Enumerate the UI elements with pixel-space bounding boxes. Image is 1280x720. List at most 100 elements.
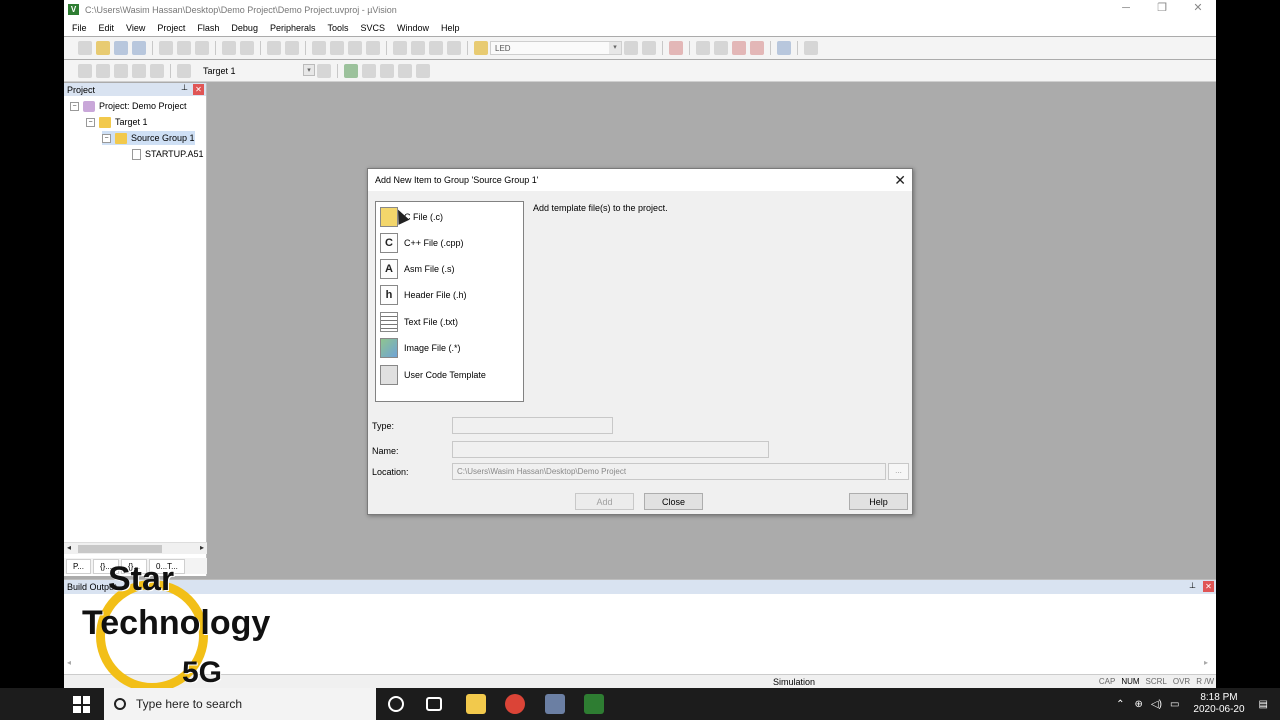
prev-bookmark-icon[interactable] [330, 41, 344, 55]
scroll-thumb[interactable] [78, 545, 162, 553]
cortana-icon[interactable] [388, 696, 404, 712]
list-item-text-file[interactable]: Text File (.txt) [380, 311, 458, 333]
taskbar-search[interactable]: Type here to search [104, 688, 376, 720]
close-button[interactable]: Close [644, 493, 703, 510]
disable-breakpoint-icon[interactable] [714, 41, 728, 55]
breakpoint-icon[interactable] [696, 41, 710, 55]
chevron-down-icon[interactable]: ▾ [609, 42, 621, 54]
unindent-icon[interactable] [411, 41, 425, 55]
scroll-left-icon[interactable]: ◂ [67, 658, 71, 667]
list-item-user-code-template[interactable]: User Code Template [380, 364, 486, 386]
name-field[interactable] [452, 441, 769, 458]
kill-all-breakpoints-icon[interactable] [750, 41, 764, 55]
keyboard-icon[interactable]: ▭ [1170, 699, 1179, 710]
list-item-image-file[interactable]: Image File (.*) [380, 337, 461, 359]
uncomment-icon[interactable] [447, 41, 461, 55]
stop-build-icon[interactable] [150, 63, 164, 78]
file-explorer-icon[interactable] [466, 694, 486, 714]
menu-edit[interactable]: Edit [99, 23, 115, 33]
new-file-icon[interactable] [78, 41, 92, 55]
select-packs-icon[interactable] [416, 63, 430, 78]
help-button[interactable]: Help [849, 493, 908, 510]
tree-item-file[interactable]: STARTUP.A51 [132, 147, 204, 161]
menu-flash[interactable]: Flash [197, 23, 219, 33]
notifications-icon[interactable]: ▤ [1259, 699, 1268, 710]
uvision-taskbar-icon[interactable] [584, 694, 604, 714]
build-icon[interactable] [96, 63, 110, 78]
nav-forward-icon[interactable] [285, 41, 299, 55]
menu-peripherals[interactable]: Peripherals [270, 23, 316, 33]
menu-tools[interactable]: Tools [327, 23, 348, 33]
dialog-close-icon[interactable]: ✕ [894, 172, 906, 189]
collapse-icon[interactable]: − [70, 101, 79, 111]
menu-svcs[interactable]: SVCS [361, 23, 386, 33]
comment-icon[interactable] [429, 41, 443, 55]
save-icon[interactable] [114, 41, 128, 55]
clear-bookmarks-icon[interactable] [366, 41, 380, 55]
bookmark-icon[interactable] [312, 41, 326, 55]
window-layout-icon[interactable] [777, 41, 791, 55]
app-icon[interactable] [545, 694, 565, 714]
windows-start-icon[interactable] [73, 696, 90, 713]
chevron-down-icon[interactable]: ▾ [303, 63, 315, 76]
manage-project-items-icon[interactable] [344, 63, 358, 78]
pin-icon[interactable]: ⊥ [181, 83, 188, 92]
location-field[interactable]: C:\Users\Wasim Hassan\Desktop\Demo Proje… [452, 463, 886, 480]
close-window-button[interactable]: ✕ [1180, 0, 1216, 19]
cut-icon[interactable] [159, 41, 173, 55]
list-item-asm-file[interactable]: A Asm File (.s) [380, 258, 455, 280]
tree-item-target[interactable]: − Target 1 [86, 115, 148, 129]
save-all-icon[interactable] [132, 41, 146, 55]
menu-file[interactable]: File [72, 23, 87, 33]
collapse-icon[interactable]: − [102, 133, 111, 143]
task-view-icon[interactable] [426, 697, 442, 711]
manage-multi-project-icon[interactable] [362, 63, 376, 78]
chevron-up-icon[interactable]: ⌃ [1116, 699, 1124, 710]
menu-debug[interactable]: Debug [231, 23, 258, 33]
restore-button[interactable]: ❐ [1144, 0, 1180, 19]
list-item-header-file[interactable]: h Header File (.h) [380, 284, 467, 306]
paste-icon[interactable] [195, 41, 209, 55]
clock[interactable]: 8:18 PM 2020-06-20 [1193, 692, 1244, 716]
undo-icon[interactable] [222, 41, 236, 55]
batch-build-icon[interactable] [132, 63, 146, 78]
type-field[interactable] [452, 417, 613, 434]
close-icon[interactable]: ✕ [193, 84, 204, 95]
nav-back-icon[interactable] [267, 41, 281, 55]
menu-view[interactable]: View [126, 23, 145, 33]
indent-icon[interactable] [393, 41, 407, 55]
redo-icon[interactable] [240, 41, 254, 55]
find-icon[interactable] [624, 41, 638, 55]
scroll-right-icon[interactable]: ▸ [1204, 658, 1208, 667]
rebuild-icon[interactable] [114, 63, 128, 78]
target-options-icon[interactable] [317, 63, 331, 78]
pack-installer-icon[interactable] [398, 63, 412, 78]
menu-window[interactable]: Window [397, 23, 429, 33]
volume-icon[interactable]: ◁) [1151, 699, 1162, 710]
horizontal-scrollbar[interactable]: ◂ ▸ [64, 542, 207, 554]
chrome-icon[interactable] [505, 694, 525, 714]
close-icon[interactable]: ✕ [1203, 581, 1214, 592]
minimize-button[interactable]: ─ [1108, 0, 1144, 19]
debug-session-icon[interactable] [669, 41, 683, 55]
pin-icon[interactable]: ⊥ [1189, 581, 1196, 590]
find-in-files-icon[interactable] [474, 41, 488, 55]
next-bookmark-icon[interactable] [348, 41, 362, 55]
translate-icon[interactable] [78, 63, 92, 78]
network-icon[interactable]: ⊕ [1135, 699, 1143, 710]
kill-breakpoints-icon[interactable] [732, 41, 746, 55]
configure-icon[interactable] [804, 41, 818, 55]
tree-item-project[interactable]: − Project: Demo Project [70, 99, 187, 113]
open-file-icon[interactable] [96, 41, 110, 55]
target-select[interactable]: Target 1 ▾ [199, 63, 315, 78]
scroll-right-icon[interactable]: ▸ [200, 543, 204, 552]
menu-help[interactable]: Help [441, 23, 460, 33]
copy-icon[interactable] [177, 41, 191, 55]
list-item-cpp-file[interactable]: C C++ File (.cpp) [380, 232, 464, 254]
add-button[interactable]: Add [575, 493, 634, 510]
incremental-find-icon[interactable] [642, 41, 656, 55]
find-combo[interactable]: LED ▾ [490, 41, 622, 55]
list-item-c-file[interactable]: C File (.c) [380, 206, 443, 228]
run-time-environment-icon[interactable] [380, 63, 394, 78]
browse-button[interactable]: ... [888, 463, 909, 480]
